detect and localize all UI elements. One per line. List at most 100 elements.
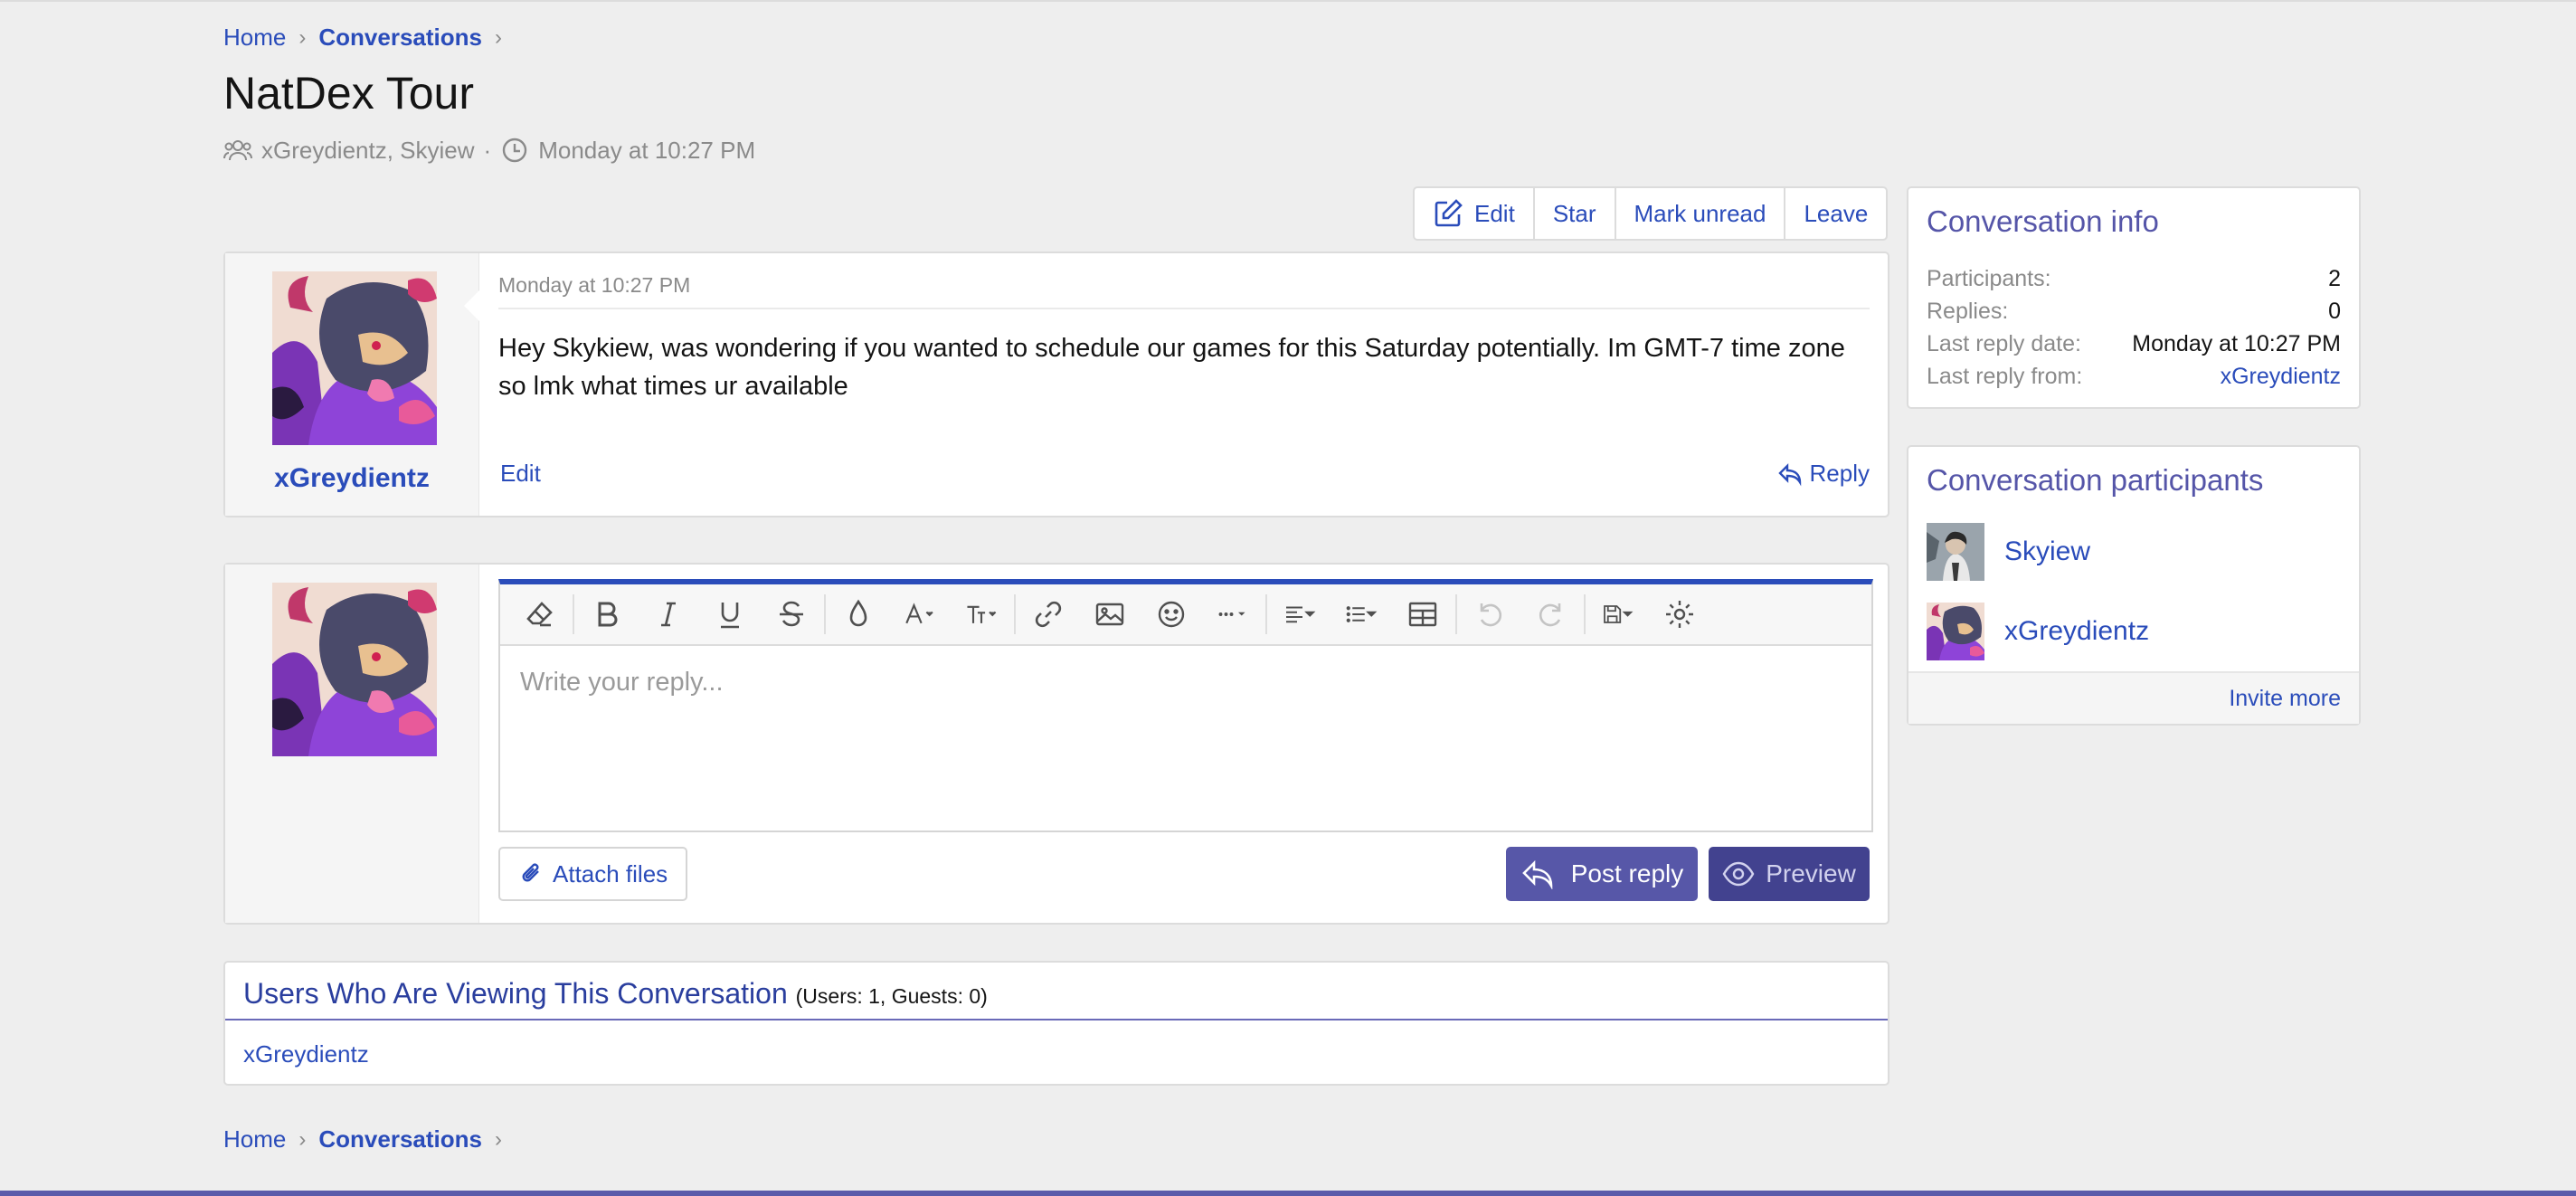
link-icon[interactable]: [1018, 584, 1079, 644]
users-viewing-heading: Users Who Are Viewing This Conversation: [243, 977, 788, 1010]
attach-files-label: Attach files: [553, 859, 668, 888]
message-arrow: [464, 290, 480, 322]
clock-icon: [503, 138, 527, 163]
avatar-image: [1927, 523, 1984, 581]
participant-item[interactable]: xGreydientz: [1927, 603, 2149, 660]
top-border: [0, 0, 2576, 2]
toolbar-divider: [824, 594, 826, 634]
breadcrumb-conversations[interactable]: Conversations: [318, 24, 482, 52]
more-options-icon[interactable]: [1202, 584, 1264, 644]
eye-icon: [1722, 861, 1755, 887]
info-row-last-reply-date: Last reply date: Monday at 10:27 PM: [1927, 331, 2341, 357]
avatar[interactable]: [272, 583, 437, 756]
participant-item[interactable]: Skyiew: [1927, 523, 2090, 581]
page-title: NatDex Tour: [223, 68, 474, 119]
undo-icon[interactable]: [1459, 584, 1520, 644]
conversation-info-title: Conversation info: [1927, 204, 2159, 238]
chevron-right-icon: ›: [494, 24, 502, 50]
invite-more-link[interactable]: Invite more: [2229, 686, 2341, 712]
leave-button-label: Leave: [1804, 199, 1869, 227]
post-reply-button[interactable]: Post reply: [1506, 847, 1698, 901]
mark-unread-button-label: Mark unread: [1634, 199, 1766, 227]
info-label: Participants:: [1927, 266, 2051, 291]
chevron-right-icon: ›: [298, 1126, 307, 1152]
preview-button[interactable]: Preview: [1709, 847, 1870, 901]
participant-name[interactable]: Skyiew: [2004, 536, 2090, 567]
reply-user-column: [225, 565, 479, 923]
participants-title: Conversation participants: [1927, 463, 2264, 497]
breadcrumb-home[interactable]: Home: [223, 24, 286, 52]
info-row-last-reply-from: Last reply from: xGreydientz: [1927, 364, 2341, 390]
reply-label: Reply: [1809, 460, 1870, 487]
info-value-user-link[interactable]: xGreydientz: [2221, 364, 2341, 390]
edit-button[interactable]: Edit: [1415, 188, 1535, 239]
message-edit-link[interactable]: Edit: [500, 460, 541, 488]
conversation-info-panel: Conversation info Participants: 2 Replie…: [1907, 186, 2361, 409]
invite-footer: Invite more: [1908, 671, 2359, 724]
remove-format-icon[interactable]: [509, 584, 571, 644]
avatar-image: [272, 583, 437, 756]
toolbar-divider: [1265, 594, 1267, 634]
image-icon[interactable]: [1079, 584, 1141, 644]
font-family-icon[interactable]: [889, 584, 951, 644]
avatar-image: [1927, 603, 1984, 660]
toolbar-divider: [1455, 594, 1457, 634]
list-icon[interactable]: [1331, 584, 1392, 644]
chevron-right-icon: ›: [298, 24, 307, 50]
divider: [225, 1019, 1888, 1020]
info-value: 2: [2328, 266, 2341, 291]
message-date[interactable]: Monday at 10:27 PM: [498, 273, 690, 298]
redo-icon[interactable]: [1520, 584, 1582, 644]
star-button[interactable]: Star: [1535, 188, 1616, 239]
smiley-icon[interactable]: [1141, 584, 1202, 644]
avatar[interactable]: [1927, 603, 1984, 660]
message-author[interactable]: xGreydientz: [225, 463, 478, 494]
edit-button-label: Edit: [1474, 199, 1515, 227]
message-user-column: xGreydientz: [225, 253, 480, 516]
leave-button[interactable]: Leave: [1785, 188, 1886, 239]
star-button-label: Star: [1552, 199, 1596, 227]
divider: [498, 308, 1870, 309]
strikethrough-icon[interactable]: [761, 584, 822, 644]
avatar[interactable]: [272, 271, 437, 445]
users-icon: [223, 140, 252, 161]
post-reply-label: Post reply: [1570, 859, 1684, 888]
meta-dot: ·: [483, 136, 492, 164]
info-value: Monday at 10:27 PM: [2132, 331, 2341, 356]
info-row-replies: Replies: 0: [1927, 299, 2341, 325]
info-row-participants: Participants: 2: [1927, 266, 2341, 292]
italic-icon[interactable]: [638, 584, 699, 644]
viewing-user-link[interactable]: xGreydientz: [243, 1040, 369, 1068]
message-reply-button[interactable]: Reply: [1777, 460, 1870, 488]
breadcrumb: Home › Conversations ›: [223, 24, 502, 52]
underline-icon[interactable]: [699, 584, 761, 644]
paperclip-icon: [522, 863, 539, 882]
bold-icon[interactable]: [576, 584, 638, 644]
align-icon[interactable]: [1269, 584, 1331, 644]
mark-unread-button[interactable]: Mark unread: [1616, 188, 1786, 239]
toolbar-divider: [1014, 594, 1016, 634]
users-viewing-counts: (Users: 1, Guests: 0): [795, 984, 988, 1008]
breadcrumb-home[interactable]: Home: [223, 1125, 286, 1153]
preview-label: Preview: [1766, 859, 1856, 888]
reply-icon: [1777, 462, 1801, 486]
reply-editor[interactable]: Write your reply...: [498, 579, 1873, 832]
save-draft-icon[interactable]: [1587, 584, 1649, 644]
text-color-icon[interactable]: [828, 584, 889, 644]
reply-placeholder: Write your reply...: [520, 668, 724, 697]
settings-gear-icon[interactable]: [1649, 584, 1710, 644]
conversation-actions: Edit Star Mark unread Leave: [1413, 186, 1889, 241]
breadcrumb-conversations[interactable]: Conversations: [318, 1125, 482, 1153]
participant-name[interactable]: xGreydientz: [2004, 616, 2149, 647]
footer-accent-bar: [0, 1191, 2576, 1196]
attach-files-button[interactable]: Attach files: [498, 847, 688, 901]
info-label: Last reply date:: [1927, 331, 2081, 356]
conversation-meta: xGreydientz, Skyiew · Monday at 10:27 PM: [223, 136, 755, 165]
avatar[interactable]: [1927, 523, 1984, 581]
chevron-right-icon: ›: [494, 1126, 502, 1152]
info-value: 0: [2328, 299, 2341, 324]
users-viewing-title: Users Who Are Viewing This Conversation …: [243, 977, 988, 1011]
font-size-icon[interactable]: [951, 584, 1012, 644]
table-icon[interactable]: [1392, 584, 1454, 644]
toolbar-divider: [573, 594, 574, 634]
